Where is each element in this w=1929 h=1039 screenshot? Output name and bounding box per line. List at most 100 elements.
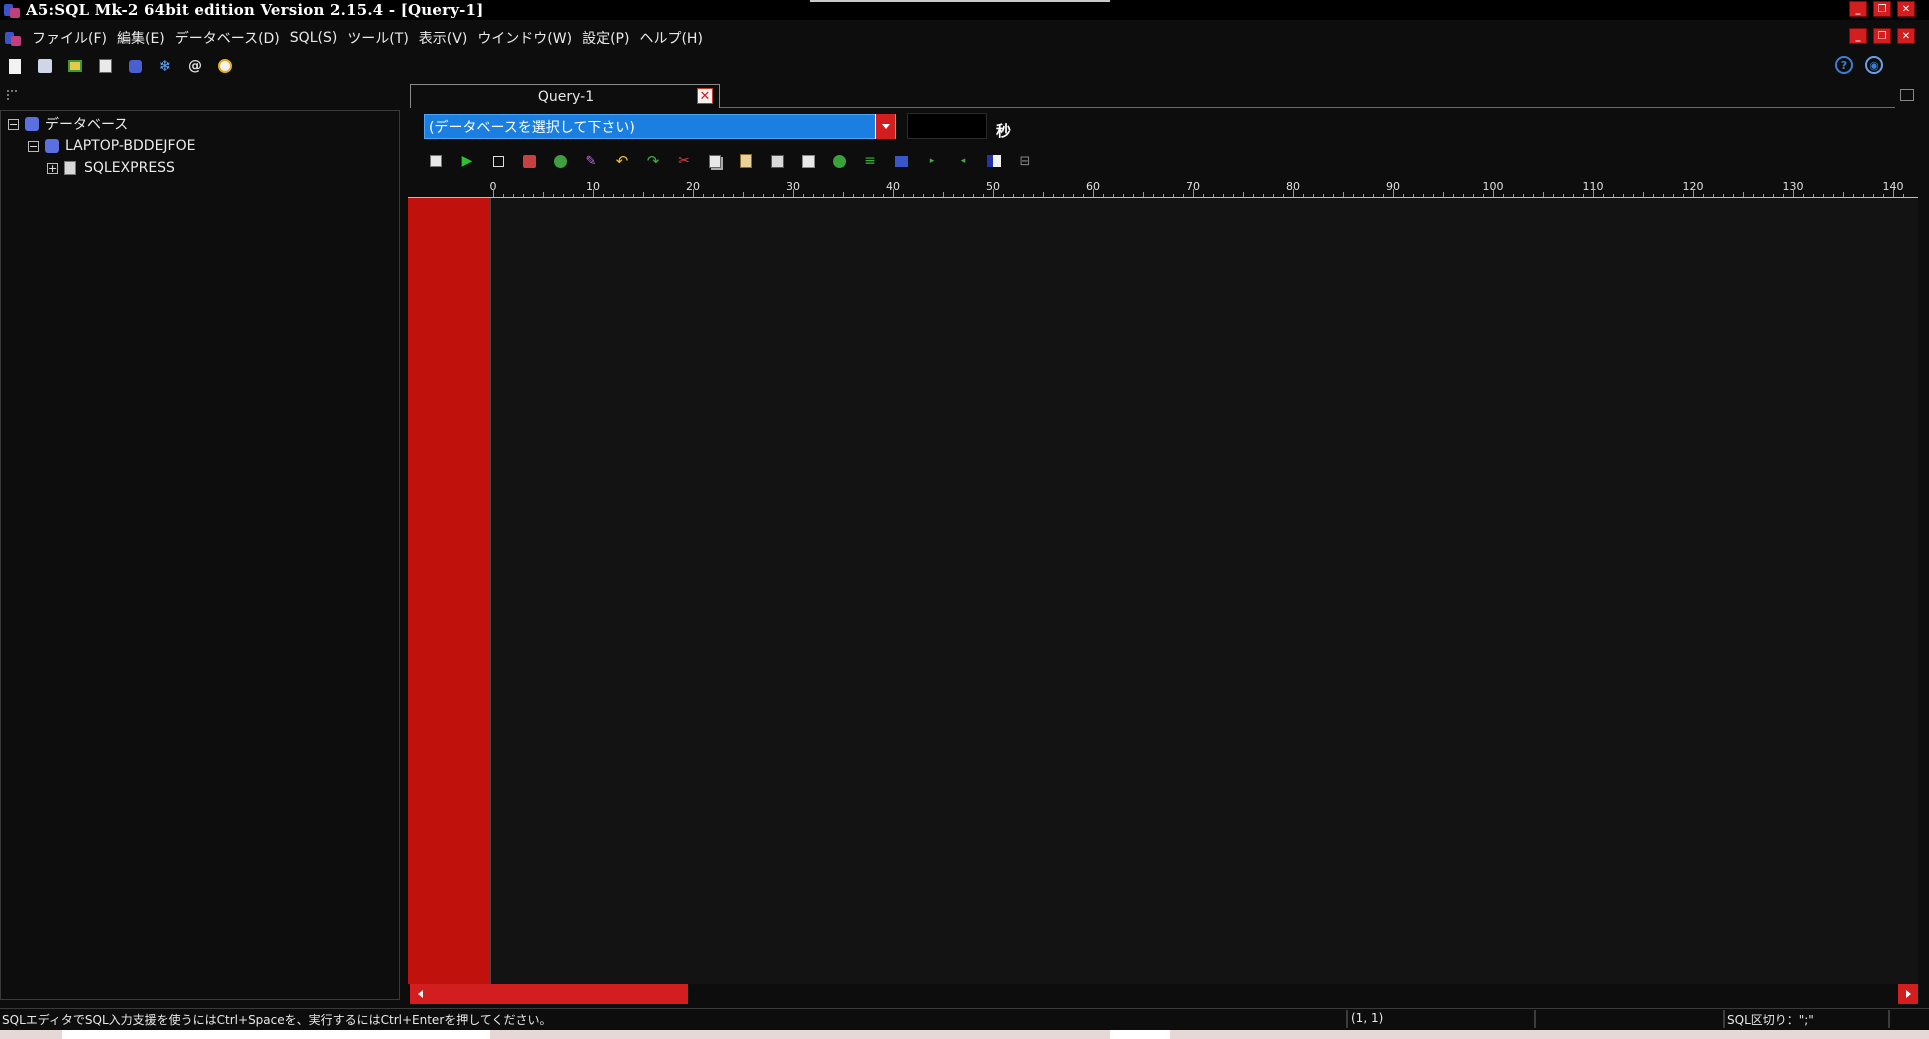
menu-settings[interactable]: 設定(P): [577, 28, 634, 48]
menu-help[interactable]: ヘルプ(H): [634, 28, 707, 48]
grid-icon[interactable]: [893, 153, 909, 169]
paste-icon[interactable]: [738, 153, 754, 169]
save-icon[interactable]: [428, 153, 444, 169]
ruler-tick: [1763, 194, 1764, 197]
tab-close-icon[interactable]: ✕: [697, 88, 713, 104]
chevron-down-icon[interactable]: [875, 114, 895, 139]
open-file-icon[interactable]: [36, 57, 54, 75]
restore-pane-icon[interactable]: [1900, 89, 1914, 101]
ruler-tick: [1063, 194, 1064, 197]
ruler-tick: [1523, 194, 1524, 197]
close-button[interactable]: ✕: [1897, 1, 1915, 17]
previous-icon[interactable]: ◂: [955, 153, 971, 169]
toolbar-right: ? ◉: [1835, 56, 1883, 74]
find-icon[interactable]: [769, 153, 785, 169]
at-sign-icon[interactable]: @: [186, 57, 204, 75]
ruler-tick: [1573, 194, 1574, 197]
format-icon[interactable]: ✎: [583, 153, 599, 169]
scrollbar-thumb[interactable]: [430, 984, 688, 1004]
transaction-icon[interactable]: [986, 153, 1002, 169]
ruler-tick: [1813, 194, 1814, 197]
database-select[interactable]: (データベースを選択して下さい): [424, 114, 896, 139]
menu-edit[interactable]: 編集(E): [112, 28, 170, 48]
horizontal-scrollbar[interactable]: [408, 984, 1918, 1004]
ruler-tick: [1843, 192, 1844, 197]
ruler-tick: [1853, 194, 1854, 197]
menu-file[interactable]: ファイル(F): [27, 28, 112, 48]
restore-button[interactable]: ❐: [1873, 1, 1891, 17]
ruler-tick: [1593, 189, 1594, 197]
menu-tools[interactable]: ツール(T): [342, 28, 413, 48]
server-icon[interactable]: [126, 57, 144, 75]
ruler-tick: [1183, 194, 1184, 197]
sql-editor-text-area[interactable]: [490, 198, 1918, 986]
tree-item-server[interactable]: − LAPTOP-BDDEJFOE: [28, 136, 195, 156]
database-list-icon[interactable]: [96, 57, 114, 75]
tree-item-instance[interactable]: + SQLEXPRESS: [47, 158, 175, 178]
ruler-tick: [493, 189, 494, 197]
undo-icon[interactable]: ↶: [614, 152, 630, 170]
run-icon[interactable]: ▶: [459, 153, 475, 169]
lightning-icon[interactable]: [216, 57, 234, 75]
menu-window[interactable]: ウインドウ(W): [472, 28, 577, 48]
redo-icon[interactable]: ↷: [645, 152, 661, 170]
collapse-toggle-icon[interactable]: −: [8, 118, 19, 130]
minimize-button[interactable]: _: [1849, 1, 1867, 17]
menu-view[interactable]: 表示(V): [414, 28, 473, 48]
collapse-toggle-icon[interactable]: −: [28, 140, 39, 152]
seconds-label: 秒: [996, 122, 1012, 140]
mdi-close-button[interactable]: ✕: [1897, 28, 1915, 44]
ruler-tick: [1303, 194, 1304, 197]
scroll-right-icon[interactable]: [1898, 984, 1918, 1004]
stop-icon[interactable]: [490, 153, 506, 169]
ruler-tick: [1653, 194, 1654, 197]
ruler-tick: [1143, 192, 1144, 197]
ruler-tick: [1333, 194, 1334, 197]
ruler-tick: [1173, 194, 1174, 197]
download-icon[interactable]: [831, 153, 847, 169]
menu-sql[interactable]: SQL(S): [285, 30, 343, 46]
globe-icon[interactable]: ◉: [1865, 56, 1883, 74]
scroll-left-icon[interactable]: [410, 984, 430, 1004]
expand-toggle-icon[interactable]: +: [47, 162, 58, 174]
ruler-tick: [1723, 194, 1724, 197]
ruler-tick: [1823, 194, 1824, 197]
ruler-tick: [1283, 194, 1284, 197]
ruler-tick: [763, 194, 764, 197]
snowflake-icon[interactable]: ❄: [156, 57, 174, 75]
database-connect-icon[interactable]: [66, 57, 84, 75]
window-title: A5:SQL Mk-2 64bit edition Version 2.15.4…: [26, 1, 484, 19]
mdi-minimize-button[interactable]: _: [1849, 28, 1867, 44]
timeout-input[interactable]: [907, 113, 987, 139]
tree-item-databases[interactable]: − データベース: [8, 114, 128, 134]
document-icon[interactable]: [5, 30, 21, 46]
tab-query-1[interactable]: Query-1 ✕: [410, 84, 720, 108]
ruler-tick: [1153, 194, 1154, 197]
ruler-tick: [1113, 194, 1114, 197]
ruler-tick: [1003, 194, 1004, 197]
instance-icon: [64, 161, 78, 175]
new-file-icon[interactable]: [6, 57, 24, 75]
ruler-tick: [693, 189, 694, 197]
replace-icon[interactable]: [800, 153, 816, 169]
ruler-tick: [943, 192, 944, 197]
cut-icon[interactable]: ✂: [676, 153, 692, 169]
run-all-icon[interactable]: [521, 153, 537, 169]
mdi-restore-button[interactable]: ❐: [1873, 28, 1891, 44]
ruler-tick: [1313, 194, 1314, 197]
list-icon[interactable]: ≡: [862, 153, 878, 169]
menu-database[interactable]: データベース(D): [170, 28, 285, 48]
help-icon[interactable]: ?: [1835, 56, 1853, 74]
copy-icon[interactable]: [707, 153, 723, 169]
ruler-tick: [1273, 194, 1274, 197]
ruler-tick: [1673, 194, 1674, 197]
panel-grip-icon[interactable]: [7, 90, 17, 100]
app-icon: [4, 2, 20, 18]
database-tree-panel: − データベース − LAPTOP-BDDEJFOE + SQLEXPRESS: [0, 110, 400, 1000]
next-icon[interactable]: ▸: [924, 153, 940, 169]
plan-icon[interactable]: ⊟: [1017, 153, 1033, 169]
ruler-tick: [1803, 194, 1804, 197]
explain-icon[interactable]: [552, 153, 568, 169]
ruler-tick: [1413, 194, 1414, 197]
ruler-tick: [1203, 194, 1204, 197]
